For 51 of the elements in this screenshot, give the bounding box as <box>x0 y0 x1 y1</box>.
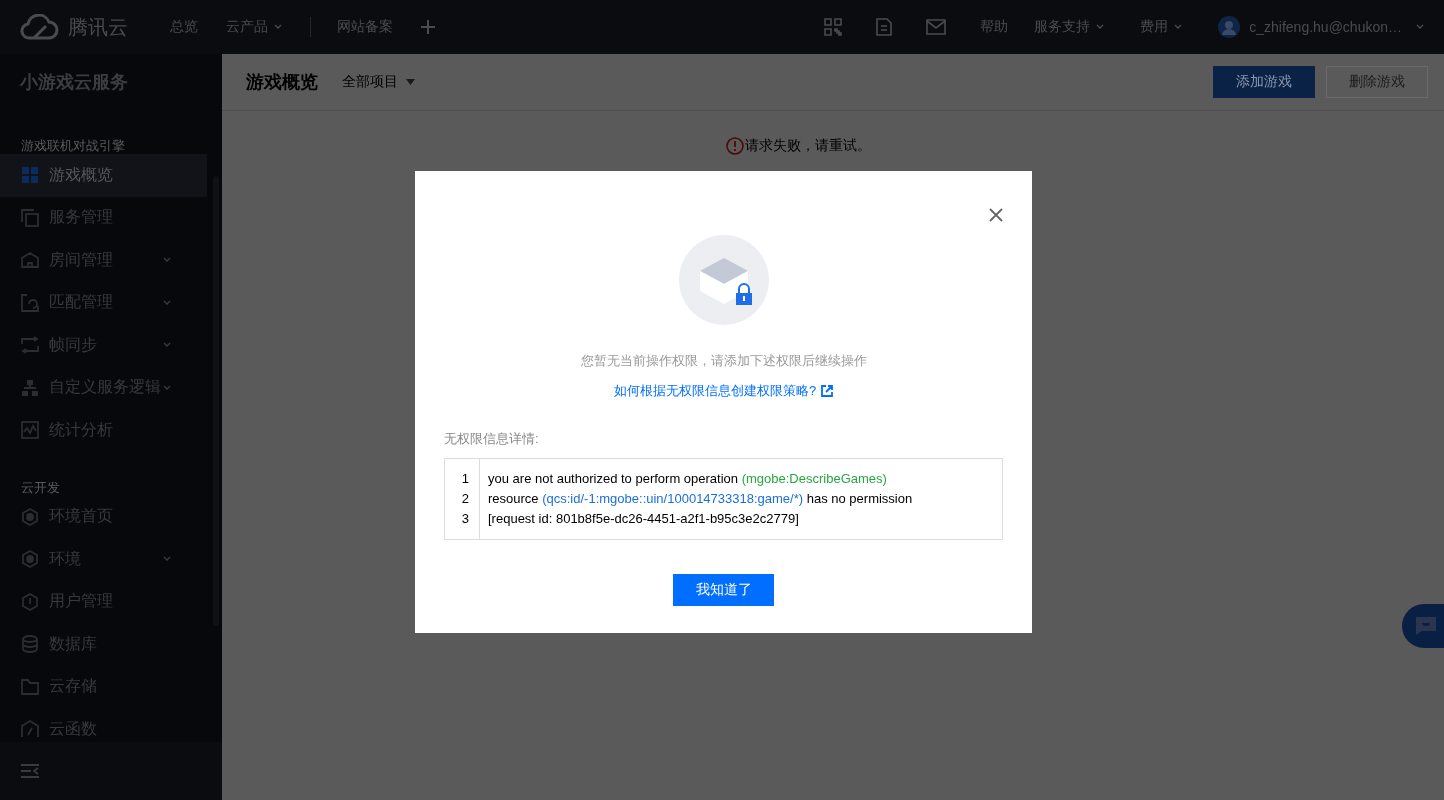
chevron-down-icon <box>1096 24 1105 30</box>
line-number: 1 <box>460 470 470 488</box>
add-button[interactable]: 添加游戏 <box>1213 66 1315 98</box>
qr-code-icon[interactable] <box>824 18 843 36</box>
grid-icon <box>21 166 39 185</box>
database-icon <box>21 635 39 654</box>
chevron-down-icon <box>1416 24 1424 30</box>
help-link[interactable]: 帮助 <box>980 18 1009 36</box>
external-link-icon <box>821 385 834 397</box>
nav-link[interactable]: 总览 <box>170 18 198 36</box>
collapse-menu-icon[interactable] <box>21 764 39 778</box>
menu-dropdown[interactable]: 服务支持 <box>1034 18 1105 36</box>
nav-link[interactable]: 云产品 <box>226 18 282 36</box>
code-line: you are not authorized to perform operation (mgobe:DescribeGames) <box>488 470 888 488</box>
mail-icon[interactable] <box>926 19 947 35</box>
permission-message: 您暂无当前操作权限，请添加下述权限后继续操作 <box>580 352 867 370</box>
line-number: 3 <box>460 510 470 528</box>
project-filter[interactable]: 全部项目 <box>342 73 415 91</box>
document-icon[interactable] <box>876 18 893 36</box>
error-message: 请求失败，请重试。 <box>744 137 871 155</box>
account-menu[interactable]: c_zhifeng.hu@chukon… <box>1249 19 1424 35</box>
hierarchy-icon <box>21 378 39 397</box>
sidebar-item[interactable]: 游戏概览 <box>0 154 207 197</box>
page-title: 游戏概览 <box>246 71 318 94</box>
confirm-button[interactable]: 我知道了 <box>673 574 774 606</box>
chevron-down-icon <box>1174 24 1183 30</box>
logo-text[interactable]: 腾讯云 <box>68 13 128 41</box>
nav-link[interactable]: 网站备案 <box>337 18 393 36</box>
avatar-icon[interactable] <box>1218 16 1241 38</box>
menu-dropdown[interactable]: 费用 <box>1140 18 1183 36</box>
folder-icon <box>21 677 39 696</box>
sidebar-group-title: 游戏联机对战引擎 <box>20 138 126 154</box>
cloud-logo-icon[interactable] <box>20 14 60 40</box>
sidebar-group-title: 云开发 <box>20 479 61 496</box>
code-line: [request id: 801b8f5e-dc26-4451-a2f1-b95c3e2c2779] <box>488 510 800 528</box>
chart-icon <box>21 421 39 440</box>
details-label: 无权限信息详情: <box>444 430 540 448</box>
help-link[interactable]: 如何根据无权限信息创建权限策略? <box>613 382 834 400</box>
line-number: 2 <box>460 490 470 508</box>
sync-icon <box>21 336 39 355</box>
close-icon[interactable] <box>989 208 1003 222</box>
chat-button[interactable] <box>1402 604 1444 648</box>
copy-icon <box>21 208 39 227</box>
code-line: resource (qcs:id/-1:mgobe::uin/100014733318:game/*) has no permission <box>488 490 913 508</box>
error-icon <box>725 137 744 155</box>
hexagon-icon <box>21 507 39 526</box>
chat-icon <box>1415 616 1437 636</box>
plus-icon[interactable] <box>421 20 435 34</box>
caret-down-icon <box>406 79 415 85</box>
house-icon <box>21 251 39 270</box>
hexagon-icon <box>21 550 39 569</box>
